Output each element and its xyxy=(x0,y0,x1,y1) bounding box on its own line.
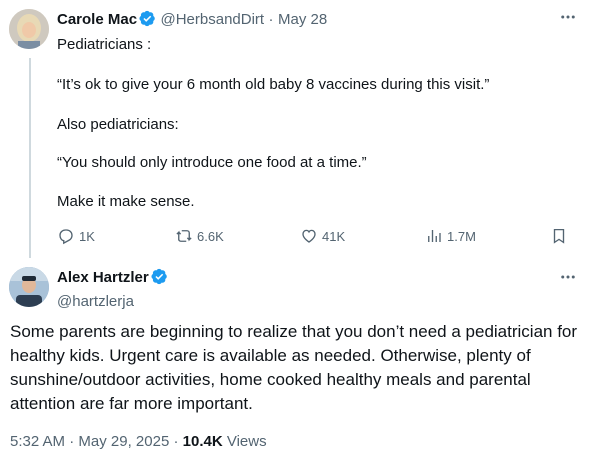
reply-button[interactable]: 1K xyxy=(57,226,95,246)
bookmark-button[interactable] xyxy=(550,226,572,246)
reply-count: 1K xyxy=(79,228,95,244)
parent-tweet-header: Carole Mac @HerbsandDirt · May 28 xyxy=(57,10,327,32)
main-tweet-text: Some parents are beginning to realize th… xyxy=(10,322,578,413)
meta-separator: · xyxy=(65,433,79,450)
analytics-icon xyxy=(428,230,441,242)
author-name[interactable]: Alex Hartzler xyxy=(57,269,149,286)
meta-separator: · xyxy=(169,433,183,450)
tweet-line: “It’s ok to give your 6 month old baby 8… xyxy=(57,76,490,93)
repost-button[interactable]: 6.6K xyxy=(175,226,224,246)
tweet-line: “You should only introduce one food at a… xyxy=(57,154,367,171)
tweet-date[interactable]: May 29, 2025 xyxy=(78,433,169,450)
author-handle[interactable]: @HerbsandDirt xyxy=(161,11,265,28)
views-button[interactable]: 1.7M xyxy=(425,226,476,246)
bookmark-icon xyxy=(553,228,565,244)
main-tweet-header: Alex Hartzler @hartzlerja xyxy=(57,268,168,310)
header-separator: · xyxy=(268,11,274,28)
more-dots-icon xyxy=(561,275,575,279)
tweet-time[interactable]: 5:32 AM xyxy=(10,433,65,450)
parent-tweet[interactable]: Carole Mac @HerbsandDirt · May 28 Pediat… xyxy=(0,0,592,258)
repost-count: 6.6K xyxy=(197,228,224,244)
tweet-line: Make it make sense. xyxy=(57,193,195,210)
avatar-photo-icon xyxy=(9,267,49,307)
views-label: Views xyxy=(222,433,267,450)
like-button[interactable]: 41K xyxy=(300,226,345,246)
verified-badge-icon xyxy=(151,268,168,290)
views-count: 10.4K xyxy=(182,433,223,450)
author-name[interactable]: Carole Mac xyxy=(57,11,137,28)
carole-avatar[interactable] xyxy=(9,9,49,49)
more-options-button[interactable] xyxy=(559,268,577,291)
thread-connector-line xyxy=(29,58,31,258)
tweet-metadata: 5:32 AM · May 29, 2025 · 10.4K Views xyxy=(10,433,267,450)
more-dots-icon xyxy=(561,15,575,19)
tweet-date[interactable]: May 28 xyxy=(278,11,327,28)
more-options-button[interactable] xyxy=(559,8,577,31)
author-handle[interactable]: @hartzlerja xyxy=(57,293,168,310)
tweet-line: Also pediatricians: xyxy=(57,116,179,133)
alex-avatar[interactable] xyxy=(9,267,49,307)
views-count: 1.7M xyxy=(447,228,476,244)
repost-icon xyxy=(176,230,192,242)
reply-icon xyxy=(59,229,73,245)
avatar-photo-icon xyxy=(9,9,49,49)
heart-icon xyxy=(302,229,316,243)
like-count: 41K xyxy=(322,228,346,244)
verified-badge-icon xyxy=(139,10,156,32)
tweet-line: Pediatricians : xyxy=(57,36,152,53)
action-bar: 1K 6.6K 41K 1.7M xyxy=(57,226,572,246)
